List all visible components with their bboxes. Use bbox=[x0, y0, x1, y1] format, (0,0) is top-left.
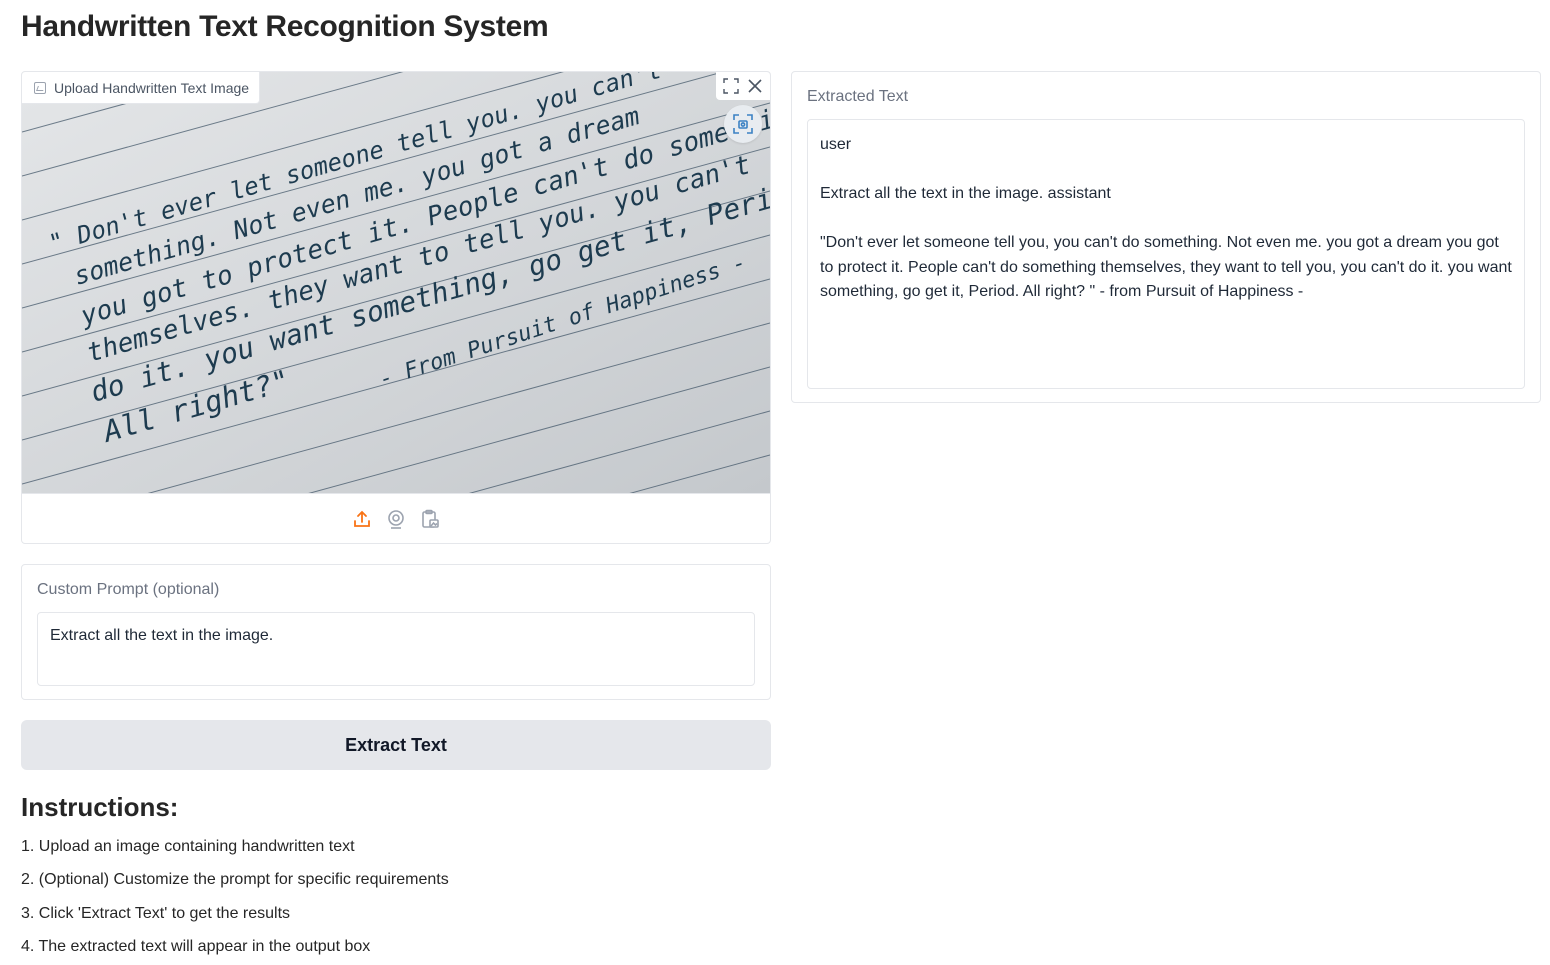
image-icon bbox=[34, 81, 46, 94]
instruction-item: 1. Upload an image containing handwritte… bbox=[21, 838, 355, 855]
output-label: Extracted Text bbox=[807, 88, 909, 105]
crop-icon[interactable] bbox=[724, 105, 762, 143]
extract-text-button[interactable]: Extract Text bbox=[21, 720, 771, 770]
prompt-label: Custom Prompt (optional) bbox=[37, 581, 220, 598]
upload-icon[interactable] bbox=[351, 508, 373, 530]
instructions-list: 1. Upload an image containing handwritte… bbox=[21, 836, 449, 965]
page-title: Handwritten Text Recognition System bbox=[21, 10, 549, 43]
uploaded-image: " Don't ever let someone tell you. you c… bbox=[22, 72, 770, 493]
upload-label: Upload Handwritten Text Image bbox=[22, 72, 261, 104]
clipboard-icon[interactable] bbox=[419, 508, 441, 530]
extracted-text-output[interactable]: user Extract all the text in the image. … bbox=[807, 119, 1525, 389]
fullscreen-icon[interactable] bbox=[720, 75, 742, 97]
instruction-item: 2. (Optional) Customize the prompt for s… bbox=[21, 871, 449, 889]
close-icon[interactable] bbox=[744, 75, 766, 97]
output-panel: Extracted Text user Extract all the text… bbox=[791, 71, 1541, 403]
image-source-bar bbox=[22, 493, 770, 543]
image-upload-panel[interactable]: Upload Handwritten Text Image " Don't ev… bbox=[21, 71, 771, 544]
webcam-icon[interactable] bbox=[385, 508, 407, 530]
prompt-panel: Custom Prompt (optional) Extract all the… bbox=[21, 564, 771, 700]
handwriting-photo: " Don't ever let someone tell you. you c… bbox=[22, 72, 770, 493]
instruction-item: 4. The extracted text will appear in the… bbox=[21, 938, 371, 956]
instructions-heading: Instructions: bbox=[21, 792, 179, 822]
image-toolbar bbox=[716, 72, 770, 100]
upload-label-text: Upload Handwritten Text Image bbox=[54, 79, 250, 96]
custom-prompt-input[interactable]: Extract all the text in the image. bbox=[37, 612, 755, 686]
instruction-item: 3. Click 'Extract Text' to get the resul… bbox=[21, 904, 291, 922]
